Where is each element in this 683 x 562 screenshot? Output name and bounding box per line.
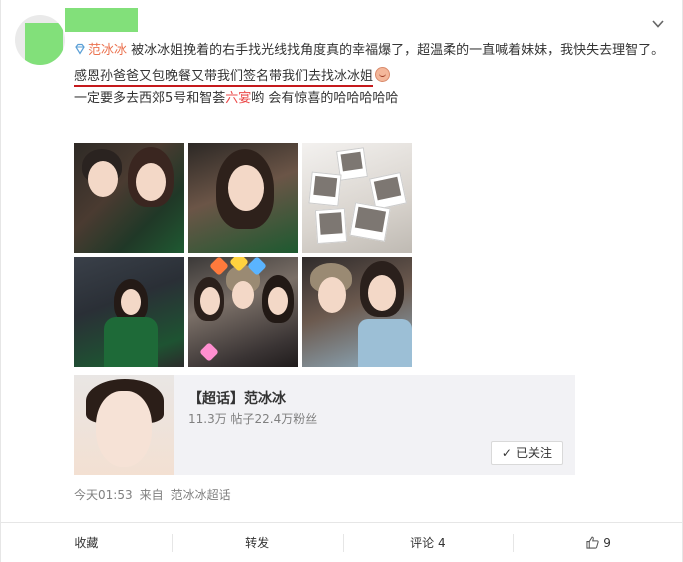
comment-label: 评论 4 bbox=[410, 536, 446, 550]
photo-4[interactable] bbox=[74, 257, 184, 367]
followed-label: 已关注 bbox=[515, 446, 552, 460]
check-icon: ✓ bbox=[501, 446, 512, 460]
followed-button[interactable]: ✓ 已关注 bbox=[490, 441, 563, 465]
super-topic-title[interactable]: 【超话】范冰冰 bbox=[188, 388, 286, 408]
favorite-button[interactable]: 收藏 bbox=[1, 523, 172, 562]
mention-link[interactable]: 范冰冰 bbox=[88, 43, 127, 58]
photo-2[interactable] bbox=[188, 143, 298, 253]
post-meta: 今天01:53 来自 范冰冰超话 bbox=[74, 486, 238, 503]
like-button[interactable]: 9 bbox=[513, 523, 683, 562]
red-highlight-word: 六宴 bbox=[225, 91, 252, 106]
post-time[interactable]: 今天01:53 bbox=[74, 488, 133, 502]
super-topic-thumbnail bbox=[74, 375, 174, 475]
post-text: 范冰冰 被冰冰姐挽着的右手找光线找角度真的幸福爆了，超温柔的一直喊着妹妹，我快失… bbox=[74, 40, 674, 62]
photo-3[interactable] bbox=[302, 143, 412, 253]
comment-button[interactable]: 评论 4 bbox=[342, 523, 514, 562]
avatar-redaction bbox=[25, 23, 63, 65]
photo-6[interactable] bbox=[302, 257, 412, 367]
favorite-label: 收藏 bbox=[74, 536, 99, 550]
source-name[interactable]: 范冰冰超话 bbox=[171, 488, 231, 502]
photo-1[interactable] bbox=[74, 143, 184, 253]
avatar[interactable] bbox=[15, 15, 65, 65]
post-content: 范冰冰 被冰冰姐挽着的右手找光线找角度真的幸福爆了，超温柔的一直喊着妹妹，我快失… bbox=[74, 40, 674, 110]
super-topic-card[interactable]: 【超话】范冰冰 11.3万 帖子22.4万粉丝 ✓ 已关注 bbox=[74, 375, 575, 475]
diamond-icon bbox=[75, 43, 85, 55]
super-topic-stats: 11.3万 帖子22.4万粉丝 bbox=[188, 412, 318, 426]
like-count: 9 bbox=[603, 535, 611, 550]
repost-label: 转发 bbox=[245, 536, 270, 550]
underlined-text: 感恩孙爸爸又包晚餐又带我们签名带我们去找冰冰姐 bbox=[74, 66, 374, 88]
line3-text-a: 一定要多去西郊5号和智荟 bbox=[74, 91, 226, 106]
source-prefix: 来自 bbox=[139, 488, 164, 502]
post-text-main: 被冰冰姐挽着的右手找光线找角度真的幸福爆了，超温柔的一直喊着妹妹，我快失去理智了… bbox=[131, 43, 665, 58]
weibo-post-card: 范冰冰 被冰冰姐挽着的右手找光线找角度真的幸福爆了，超温柔的一直喊着妹妹，我快失… bbox=[0, 0, 683, 562]
photo-5[interactable] bbox=[188, 257, 298, 367]
post-text-line-2: 感恩孙爸爸又包晚餐又带我们签名带我们去找冰冰姐 bbox=[74, 66, 674, 88]
photo-grid bbox=[74, 143, 414, 369]
username-redaction bbox=[65, 8, 138, 32]
line3-text-b: 哟 会有惊喜的哈哈哈哈哈 bbox=[251, 91, 399, 106]
grin-emoji-icon bbox=[375, 67, 391, 82]
repost-button[interactable]: 转发 bbox=[171, 523, 343, 562]
action-bar: 收藏 转发 评论 4 9 bbox=[1, 523, 683, 562]
chevron-down-icon[interactable] bbox=[652, 18, 664, 30]
post-text-line-3: 一定要多去西郊5号和智荟六宴哟 会有惊喜的哈哈哈哈哈 bbox=[74, 88, 674, 110]
thumbs-up-icon bbox=[586, 536, 599, 549]
